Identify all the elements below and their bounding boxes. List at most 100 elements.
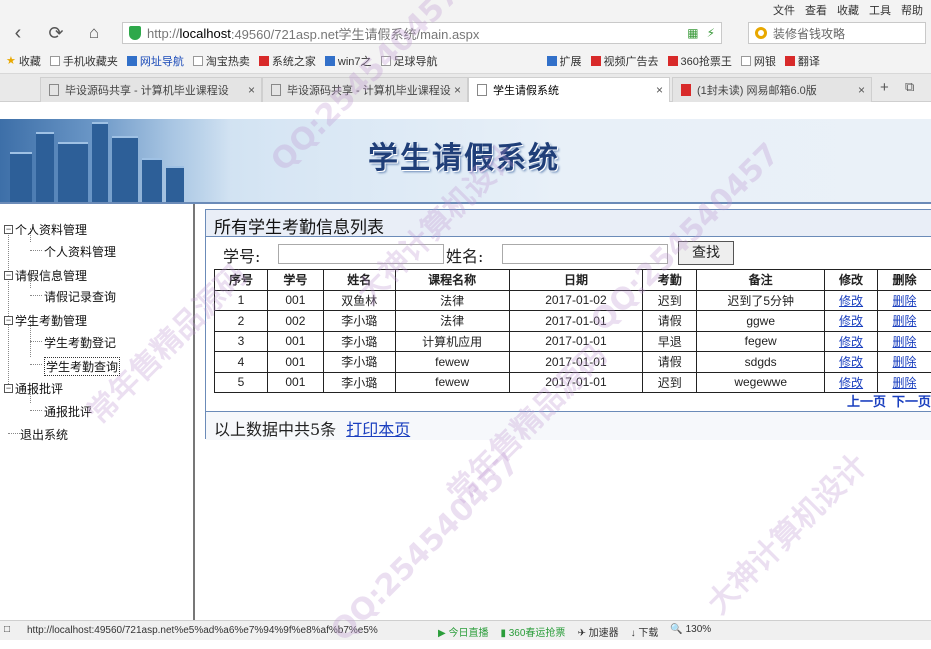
tree-item-leave-query[interactable]: 请假记录查询 — [44, 288, 116, 305]
status-url: http://localhost:49560/721asp.net%e5%ad%… — [27, 625, 378, 636]
close-icon[interactable]: × — [454, 83, 461, 97]
collapse-icon[interactable]: − — [4, 384, 13, 393]
tree-item-logout[interactable]: 退出系统 — [20, 426, 68, 443]
restore-tab-icon[interactable]: ⧉ — [905, 79, 914, 95]
status-zoom[interactable]: 🔍 130% — [670, 624, 711, 639]
search-engine-icon — [755, 27, 767, 39]
cell-name: 李小璐 — [323, 372, 395, 393]
bookmark-extensions[interactable]: 扩展 — [547, 53, 582, 69]
column-header: 序号 — [215, 270, 268, 291]
tree-item-criticism[interactable]: 通报批评 — [44, 403, 92, 420]
new-tab-icon[interactable]: + — [880, 79, 889, 96]
bookmark-mobile[interactable]: 手机收藏夹 — [50, 53, 118, 69]
tab-1[interactable]: 毕设源码共享 - 计算机毕业课程设 × — [40, 77, 262, 102]
tree-item-label: 请假记录查询 — [44, 288, 116, 305]
bookmark-taobao[interactable]: 淘宝热卖 — [193, 53, 250, 69]
edit-link[interactable]: 修改 — [839, 355, 863, 369]
attendance-table: 序号 学号 姓名 课程名称 日期 考勤 备注 修改 删除 1 001 — [214, 269, 931, 393]
bookmark-translate[interactable]: 翻译 — [785, 53, 820, 69]
collapse-icon[interactable]: − — [4, 316, 13, 325]
edit-link[interactable]: 修改 — [839, 335, 863, 349]
bookmark-favorites[interactable]: ★收藏 — [6, 53, 41, 69]
bookmark-label: 系统之家 — [272, 53, 316, 69]
address-bar[interactable]: http://localhost:49560/721asp.net学生请假系统/… — [122, 22, 722, 44]
column-header: 考勤 — [643, 270, 697, 291]
student-id-input[interactable] — [278, 244, 444, 264]
status-tickets[interactable]: ▮ 360春运抢票 — [500, 624, 565, 639]
bookmark-win7[interactable]: win7之 — [325, 53, 372, 69]
bookmark-tickets[interactable]: 360抢票王 — [668, 53, 732, 69]
tab-label: 毕设源码共享 - 计算机毕业课程设 — [65, 82, 229, 98]
menu-tools[interactable]: 工具 — [869, 2, 891, 18]
tab-3-active[interactable]: 学生请假系统 × — [468, 77, 670, 102]
menu-favorites[interactable]: 收藏 — [837, 2, 859, 18]
tab-4[interactable]: (1封未读) 网易邮箱6.0版 × — [672, 77, 872, 102]
tree-item-profile[interactable]: 个人资料管理 — [44, 243, 116, 260]
refresh-icon[interactable]: ⟳ — [44, 22, 68, 46]
name-input[interactable] — [502, 244, 668, 264]
edit-link[interactable]: 修改 — [839, 376, 863, 390]
delete-link[interactable]: 删除 — [893, 335, 917, 349]
home-icon[interactable]: ⌂ — [82, 22, 106, 46]
column-header: 修改 — [825, 270, 878, 291]
search-button[interactable]: 查找 — [678, 241, 734, 265]
column-header: 姓名 — [323, 270, 395, 291]
cell-course: 计算机应用 — [395, 331, 509, 352]
attendance-panel: 所有学生考勤信息列表 学号: 姓名: 查找 序号 学号 姓名 课程名称 日期 考… — [205, 209, 931, 439]
edit-link[interactable]: 修改 — [839, 294, 863, 308]
compat-mode-icon[interactable]: ⚡ — [707, 26, 715, 40]
bookmark-football[interactable]: 足球导航 — [381, 53, 438, 69]
bookmark-label: 淘宝热卖 — [206, 53, 250, 69]
pager: 上一页 下一页 — [847, 391, 931, 410]
cell-attendance: 迟到 — [643, 372, 697, 393]
status-accelerator[interactable]: ✈ 加速器 — [577, 624, 618, 639]
delete-link[interactable]: 删除 — [893, 355, 917, 369]
bookmark-bank[interactable]: 网银 — [741, 53, 776, 69]
tree-item-label: 通报批评 — [44, 403, 92, 420]
close-icon[interactable]: × — [248, 83, 255, 97]
address-prefix: http:// — [147, 26, 180, 41]
tree-group-leave[interactable]: −请假信息管理 — [4, 267, 87, 284]
tree-group-label: 通报批评 — [15, 380, 63, 397]
tree-group-profile[interactable]: −个人资料管理 — [4, 221, 87, 238]
search-form: 学号: 姓名: 查找 — [206, 238, 931, 268]
close-icon[interactable]: × — [656, 83, 663, 97]
next-page-link[interactable]: 下一页 — [892, 391, 931, 410]
bookmark-adblock[interactable]: 视频广告去 — [591, 53, 659, 69]
tab-label: 毕设源码共享 - 计算机毕业课程设 — [287, 82, 451, 98]
qr-code-icon[interactable]: ▦ — [687, 26, 698, 40]
bookmark-xitong[interactable]: 系统之家 — [259, 53, 316, 69]
tree-group-attendance[interactable]: −学生考勤管理 — [4, 312, 87, 329]
menu-file[interactable]: 文件 — [773, 2, 795, 18]
print-page-link[interactable]: 打印本页 — [346, 416, 410, 436]
mail-icon — [681, 84, 691, 96]
tree-group-criticism[interactable]: −通报批评 — [4, 380, 63, 397]
menu-view[interactable]: 查看 — [805, 2, 827, 18]
search-box[interactable]: 装修省钱攻略 — [748, 22, 926, 44]
status-download[interactable]: ↓ 下载 — [631, 624, 659, 639]
collapse-icon[interactable]: − — [4, 271, 13, 280]
tree-item-label: 退出系统 — [20, 426, 68, 443]
column-header: 课程名称 — [395, 270, 509, 291]
edit-link[interactable]: 修改 — [839, 314, 863, 328]
status-bar: □ http://localhost:49560/721asp.net%e5%a… — [0, 620, 931, 640]
tab-2[interactable]: 毕设源码共享 - 计算机毕业课程设 × — [262, 77, 468, 102]
status-live[interactable]: ▶ 今日直播 — [438, 624, 488, 639]
page-icon — [49, 84, 59, 96]
app-title: 学生请假系统 — [368, 133, 560, 177]
cell-attendance: 早退 — [643, 331, 697, 352]
translate-icon — [785, 56, 795, 66]
tree-group-label: 个人资料管理 — [15, 221, 87, 238]
collapse-icon[interactable]: − — [4, 225, 13, 234]
tree-item-attendance-register[interactable]: 学生考勤登记 — [44, 334, 116, 351]
menu-help[interactable]: 帮助 — [901, 2, 923, 18]
cell-remark: 迟到了5分钟 — [697, 290, 825, 311]
back-icon[interactable]: ‹ — [6, 22, 30, 46]
tree-item-attendance-query[interactable]: 学生考勤查询 — [44, 357, 120, 376]
close-icon[interactable]: × — [858, 83, 865, 97]
delete-link[interactable]: 删除 — [893, 294, 917, 308]
bookmark-nav[interactable]: 网址导航 — [127, 53, 184, 69]
prev-page-link[interactable]: 上一页 — [847, 391, 886, 410]
delete-link[interactable]: 删除 — [893, 376, 917, 390]
delete-link[interactable]: 删除 — [893, 314, 917, 328]
